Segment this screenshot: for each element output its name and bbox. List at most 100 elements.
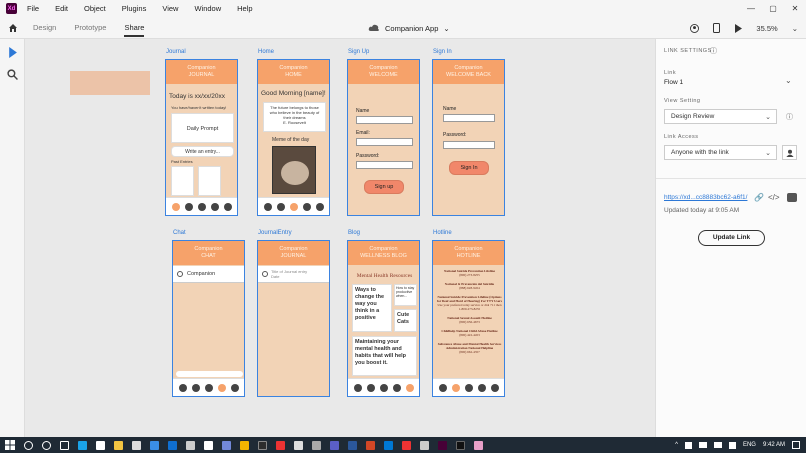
cat-nav-icon[interactable]	[315, 202, 324, 211]
entry-date-field[interactable]: Date	[271, 274, 307, 279]
github-icon[interactable]	[312, 440, 321, 450]
hotline-number[interactable]: (800) 656-4673	[436, 320, 503, 324]
name-input[interactable]	[443, 114, 495, 122]
share-url-link[interactable]: https://xd...cc8883bc62-a6f1/	[664, 194, 747, 201]
menu-window[interactable]: Window	[194, 4, 221, 13]
blog-card[interactable]: Cute Cats	[394, 309, 417, 332]
artboard-journalentry[interactable]: Companion JOURNAL Title of Journal entry…	[257, 240, 330, 397]
blog-card[interactable]: How to stay productive when...	[394, 284, 417, 306]
minimize-button[interactable]: —	[740, 0, 762, 17]
chat-nav-icon[interactable]	[217, 383, 226, 392]
hotline-number[interactable]: (800) 273-8255	[436, 273, 503, 277]
phone-nav-icon[interactable]	[191, 383, 200, 392]
journal-nav-icon[interactable]	[263, 202, 272, 211]
chat-nav-icon[interactable]	[302, 202, 311, 211]
mail-icon[interactable]	[150, 440, 159, 450]
write-entry-button[interactable]: Write an entry...	[171, 146, 234, 157]
behance-icon[interactable]	[787, 193, 797, 202]
info-icon[interactable]: ⓘ	[786, 112, 793, 122]
invite-user-button[interactable]	[782, 145, 797, 160]
home-nav-icon[interactable]	[204, 383, 213, 392]
app-icon[interactable]	[402, 440, 411, 450]
cat-nav-icon[interactable]	[230, 383, 239, 392]
network-icon[interactable]	[713, 442, 722, 448]
blog-card[interactable]: Ways to change the way you think in a po…	[352, 284, 392, 332]
signup-button[interactable]: Sign up	[364, 180, 404, 194]
menu-edit[interactable]: Edit	[55, 4, 68, 13]
update-link-button[interactable]: Update Link	[698, 230, 765, 246]
hotline-number[interactable]: Use your preferred relay service or dial…	[436, 303, 503, 311]
home-nav-icon[interactable]	[289, 202, 298, 211]
phone-nav-icon[interactable]	[276, 202, 285, 211]
back-arrow-icon[interactable]	[262, 271, 268, 277]
cat-nav-icon[interactable]	[223, 202, 232, 211]
vscode-icon[interactable]	[384, 440, 393, 450]
artboard-label-journalentry[interactable]: JournalEntry	[258, 230, 292, 236]
file-explorer-icon[interactable]	[114, 440, 123, 450]
search-icon[interactable]	[24, 440, 33, 450]
user-icon[interactable]	[690, 23, 700, 33]
phone-nav-icon[interactable]	[184, 202, 193, 211]
chat-contact-row[interactable]: Companion	[173, 266, 244, 283]
clock[interactable]: 9:42 AM	[763, 442, 785, 448]
artboard-signin[interactable]: Companion WELCOME BACK Name Password: Si…	[432, 59, 505, 216]
notification-icon[interactable]	[792, 441, 800, 449]
dropbox-icon[interactable]	[168, 440, 177, 450]
discord-icon[interactable]	[222, 440, 231, 450]
tab-share[interactable]: Share	[124, 17, 145, 39]
artboard-label-home[interactable]: Home	[258, 49, 274, 55]
chat-nav-icon[interactable]	[477, 383, 486, 392]
artboard-label-chat[interactable]: Chat	[173, 230, 186, 236]
terminal-icon[interactable]	[258, 440, 267, 450]
menu-object[interactable]: Object	[84, 4, 106, 13]
app-icon[interactable]	[186, 440, 195, 450]
artboard-hotline[interactable]: Companion HOTLINE National Suicide Preve…	[432, 240, 505, 397]
mobile-preview-icon[interactable]	[713, 23, 721, 33]
windows-start-icon[interactable]	[5, 440, 15, 450]
design-canvas[interactable]: Journal Home Sign Up Sign In Companion J…	[26, 39, 655, 437]
volume-icon[interactable]	[728, 441, 736, 449]
journal-nav-icon[interactable]	[171, 202, 180, 211]
journal-nav-icon[interactable]	[353, 383, 362, 392]
teams-icon[interactable]	[330, 440, 339, 450]
chevron-up-icon[interactable]: ^	[675, 442, 678, 448]
past-entry-card[interactable]	[171, 166, 194, 196]
home-nav-icon[interactable]	[379, 383, 388, 392]
copy-link-icon[interactable]: 🔗	[754, 193, 764, 202]
settings-icon[interactable]	[420, 440, 429, 450]
chrome-icon[interactable]	[240, 440, 249, 450]
app-icon[interactable]	[474, 440, 483, 450]
artboard-chat[interactable]: Companion CHAT Companion	[172, 240, 245, 397]
link-access-select[interactable]: Anyone with the link ⌄	[664, 145, 777, 160]
chat-nav-icon[interactable]	[392, 383, 401, 392]
artboard-journal[interactable]: Companion JOURNAL Today is xx/xx/20xx Yo…	[165, 59, 238, 216]
task-view-icon[interactable]	[60, 440, 69, 450]
cat-nav-icon[interactable]	[490, 383, 499, 392]
menu-plugins[interactable]: Plugins	[122, 4, 147, 13]
document-title[interactable]: Companion App ⌄	[368, 17, 450, 39]
cat-nav-icon[interactable]	[405, 383, 414, 392]
journal-nav-icon[interactable]	[438, 383, 447, 392]
select-arrow-icon[interactable]	[7, 47, 18, 58]
info-icon[interactable]: ⓘ	[710, 46, 717, 56]
store-icon[interactable]	[96, 440, 105, 450]
journal-nav-icon[interactable]	[178, 383, 187, 392]
home-icon[interactable]	[8, 23, 18, 33]
cortana-icon[interactable]	[42, 440, 51, 450]
message-input[interactable]	[176, 371, 243, 377]
artboard-label-journal[interactable]: Journal	[166, 49, 186, 55]
name-input[interactable]	[356, 116, 413, 124]
search-icon[interactable]	[7, 69, 18, 80]
tab-prototype[interactable]: Prototype	[74, 17, 106, 39]
word-icon[interactable]	[348, 440, 357, 450]
chat-nav-icon[interactable]	[210, 202, 219, 211]
hotline-number[interactable]: (888) 628-9454	[436, 286, 503, 290]
past-entry-card[interactable]	[198, 166, 221, 196]
artboard-label-signup[interactable]: Sign Up	[348, 49, 369, 55]
phone-nav-icon[interactable]	[366, 383, 375, 392]
app-icon[interactable]	[456, 440, 465, 450]
close-button[interactable]: ✕	[784, 0, 806, 17]
xd-taskbar-icon[interactable]	[438, 440, 447, 450]
daily-prompt-card[interactable]: Daily Prompt	[171, 113, 234, 143]
zoom-chevron-icon[interactable]: ⌄	[792, 24, 798, 33]
